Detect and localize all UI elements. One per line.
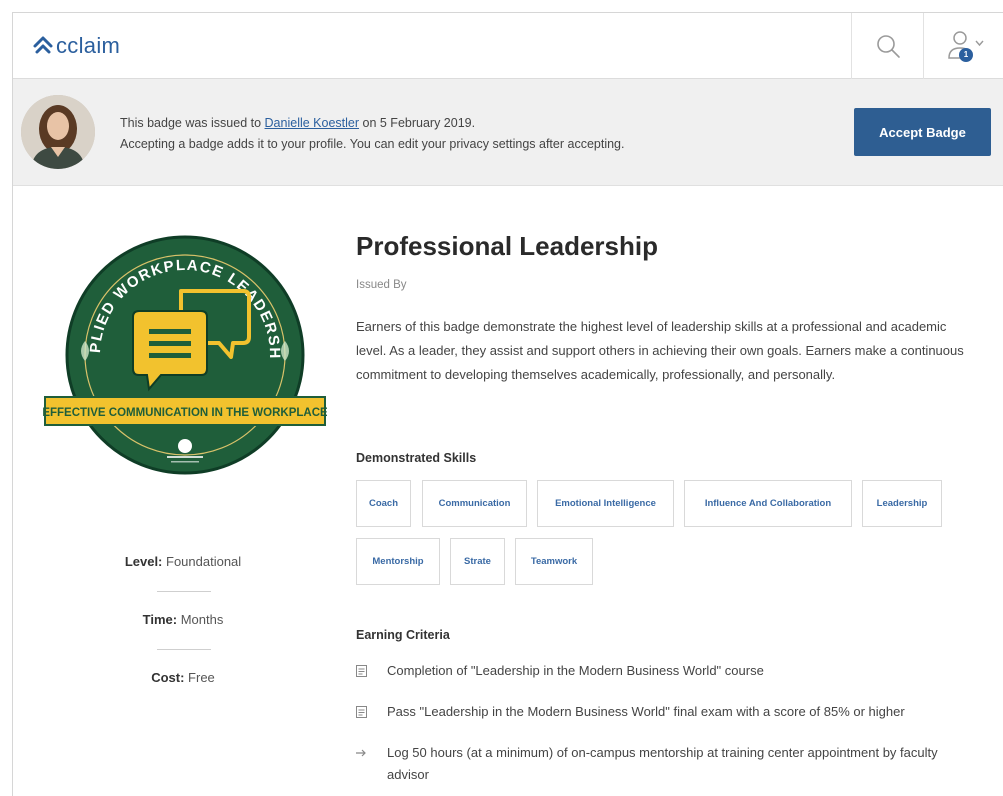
skills-heading: Demonstrated Skills — [356, 451, 477, 465]
badge-title: Professional Leadership — [356, 231, 658, 261]
page-frame: cclaim 1 This badge was issued to Daniel… — [12, 12, 1003, 796]
document-icon — [356, 706, 367, 718]
skill-tag[interactable]: Teamwork — [515, 538, 593, 585]
skill-tag[interactable]: Strate — [450, 538, 505, 585]
acclaim-chevron-icon — [33, 36, 53, 54]
criteria-text: Pass "Leadership in the Modern Business … — [387, 704, 905, 719]
acclaim-logo[interactable]: cclaim — [31, 29, 120, 63]
search-icon — [876, 35, 900, 58]
chevron-down-icon — [975, 40, 984, 47]
notice-line1-prefix: This badge was issued to — [120, 116, 265, 130]
top-navigation-bar: cclaim 1 — [13, 13, 1003, 79]
user-menu-button[interactable]: 1 — [923, 13, 1003, 79]
skill-tag[interactable]: Communication — [422, 480, 527, 527]
notification-badge: 1 — [959, 48, 973, 62]
skill-tag[interactable]: Leadership — [862, 480, 942, 527]
skill-tag[interactable]: Coach — [356, 480, 411, 527]
recipient-avatar — [21, 95, 95, 169]
badge-banner-text: EFFECTIVE COMMUNICATION IN THE WORKPLACE — [43, 407, 327, 419]
arrow-right-icon — [356, 749, 366, 757]
skill-tag[interactable]: Mentorship — [356, 538, 440, 585]
criteria-text: Completion of "Leadership in the Modern … — [387, 663, 764, 678]
skill-tag[interactable]: Influence And Collaboration — [684, 480, 852, 527]
badge-image: APPLIED WORKPLACE LEADERSHIP EFFECTIVE C… — [43, 233, 327, 477]
meta-divider — [157, 591, 211, 592]
criteria-text: Log 50 hours (at a minimum) of on-campus… — [387, 745, 938, 782]
issued-notice-bar: This badge was issued to Danielle Koestl… — [13, 79, 1003, 186]
notice-line1-suffix: on 5 February 2019. — [359, 116, 476, 130]
issued-by-label: Issued By — [356, 279, 407, 291]
badge-cost: Cost: Free — [151, 670, 215, 685]
document-icon — [356, 665, 367, 677]
meta-divider — [157, 649, 211, 650]
badge-level: Level: Foundational — [124, 554, 242, 569]
badge-description: Earners of this badge demonstrate the hi… — [356, 319, 964, 382]
logo-text: cclaim — [56, 33, 121, 58]
recipient-name-link[interactable]: Danielle Koestler — [265, 116, 360, 130]
accept-badge-button[interactable]: Accept Badge — [854, 108, 991, 156]
earning-criteria-heading: Earning Criteria — [356, 628, 450, 642]
notice-line2: Accepting a badge adds it to your profil… — [120, 137, 625, 151]
skill-tag[interactable]: Emotional Intelligence — [537, 480, 674, 527]
user-menu: 1 — [944, 26, 984, 66]
badge-time: Time: Months — [142, 612, 224, 627]
search-button[interactable] — [851, 13, 923, 79]
issued-notice-text: This badge was issued to Danielle Koestl… — [120, 113, 624, 155]
